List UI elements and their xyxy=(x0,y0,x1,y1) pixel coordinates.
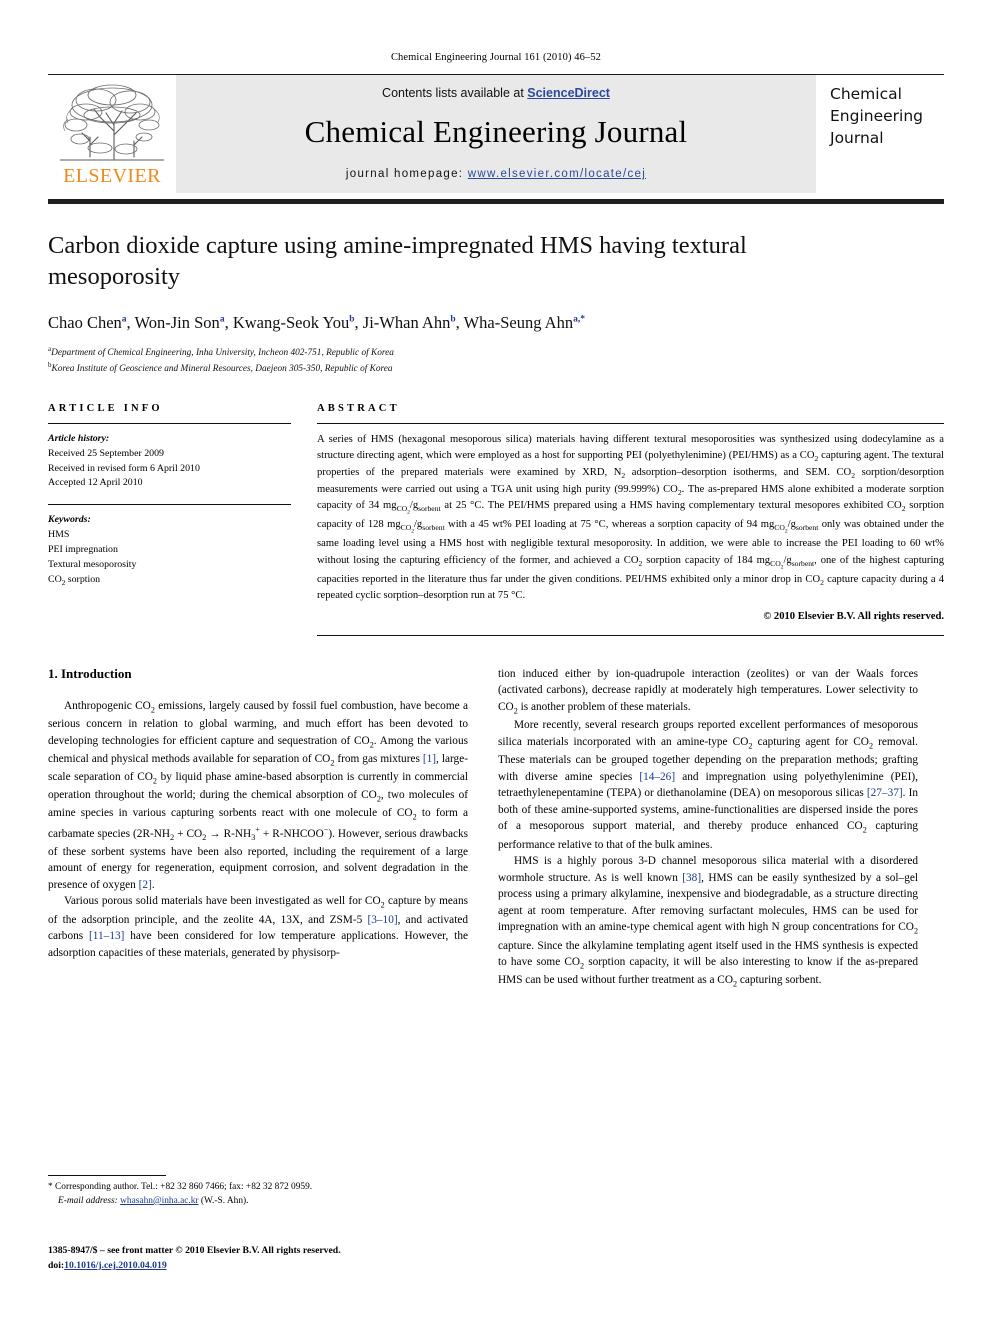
citation-ref[interactable]: [14–26] xyxy=(639,771,675,783)
journal-title: Chemical Engineering Journal xyxy=(304,114,688,149)
author-item: Chao Chena, xyxy=(48,313,135,332)
homepage-prefix: journal homepage: xyxy=(345,168,468,180)
imprint-block: 1385-8947/$ – see front matter © 2010 El… xyxy=(48,1243,508,1273)
affiliation-item: aDepartment of Chemical Engineering, Inh… xyxy=(48,344,944,361)
keywords-label: Keywords: xyxy=(48,514,91,526)
citation-ref[interactable]: [38] xyxy=(682,872,701,884)
author-sep: , xyxy=(126,313,135,333)
history-item: Received 25 September 2009 xyxy=(48,447,164,459)
masthead-bottom-rule xyxy=(48,199,944,204)
author-item: Won-Jin Sona, xyxy=(135,313,233,332)
author-name: Wha-Seung Ahn xyxy=(463,313,574,333)
author-sep: , xyxy=(224,313,233,333)
author-name: Kwang-Seok You xyxy=(232,313,350,333)
email-suffix: (W.-S. Ahn). xyxy=(198,1195,249,1206)
paragraph: Various porous solid materials have been… xyxy=(48,895,468,959)
keywords-group: Keywords: HMS PEI impregnation Textural … xyxy=(48,513,291,588)
history-item: Received in revised form 6 April 2010 xyxy=(48,462,200,474)
journal-cover-title: Chemical Engineering Journal xyxy=(816,75,944,193)
article-history-label: Article history: xyxy=(48,432,110,444)
info-abstract-region: ARTICLE INFO Article history: Received 2… xyxy=(48,403,944,636)
history-item: Accepted 12 April 2010 xyxy=(48,477,143,489)
section-heading-introduction: 1. Introduction xyxy=(48,665,132,681)
elsevier-wordmark: ELSEVIER xyxy=(63,165,161,187)
abstract-copyright: © 2010 Elsevier B.V. All rights reserved… xyxy=(763,610,944,622)
citation-ref[interactable]: [3–10] xyxy=(368,914,398,926)
email-label: E-mail address: xyxy=(58,1195,118,1206)
article-info-column: ARTICLE INFO Article history: Received 2… xyxy=(48,403,291,636)
journal-article-page: Chemical Engineering Journal 161 (2010) … xyxy=(0,0,992,1323)
journal-masthead: ELSEVIER Contents lists available at Sci… xyxy=(48,74,944,193)
keyword-item: Textural mesoporosity xyxy=(48,558,137,570)
paragraph: HMS is a highly porous 3-D channel mesop… xyxy=(498,855,918,989)
doi-link[interactable]: 10.1016/j.cej.2010.04.019 xyxy=(64,1260,167,1271)
contents-prefix: Contents lists available at xyxy=(382,86,528,100)
body-left-column: 1. Introduction Anthropogenic CO2 emissi… xyxy=(48,666,468,991)
keyword-item: CO2 sorption xyxy=(48,573,101,587)
paragraph: More recently, several research groups r… xyxy=(498,719,918,851)
affiliation-text: Korea Institute of Geoscience and Minera… xyxy=(51,364,393,375)
abstract-rule xyxy=(317,422,944,424)
footnote-rule xyxy=(48,1175,166,1176)
elsevier-tree-icon xyxy=(60,84,164,161)
elsevier-logo: ELSEVIER xyxy=(48,75,176,193)
author-item: Ji-Whan Ahnb, xyxy=(363,313,464,332)
cover-title-line-2: Engineering xyxy=(830,107,923,125)
issn-copyright-line: 1385-8947/$ – see front matter © 2010 El… xyxy=(48,1245,341,1256)
affiliation-item: bKorea Institute of Geoscience and Miner… xyxy=(48,360,944,377)
cover-title-line-3: Journal xyxy=(830,129,884,147)
title-block: Carbon dioxide capture using amine-impre… xyxy=(48,230,944,377)
citation-ref[interactable]: [2] xyxy=(139,879,152,891)
abstract-text: A series of HMS (hexagonal mesoporous si… xyxy=(317,432,944,625)
sciencedirect-link[interactable]: ScienceDirect xyxy=(527,86,610,100)
cover-title-line-1: Chemical xyxy=(830,85,902,103)
keywords-rule xyxy=(48,504,291,506)
body-right-column: tion induced either by ion-quadrupole in… xyxy=(498,666,918,991)
doi-prefix: doi: xyxy=(48,1260,65,1272)
page-title: Carbon dioxide capture using amine-impre… xyxy=(48,232,747,291)
citation-ref[interactable]: [27–37] xyxy=(867,787,903,799)
paragraph: Anthropogenic CO2 emissions, largely cau… xyxy=(48,699,469,891)
doi-line: doi:10.1016/j.cej.2010.04.019 xyxy=(48,1258,508,1273)
author-item: Wha-Seung Ahna,* xyxy=(464,313,585,332)
author-name: Ji-Whan Ahn xyxy=(362,313,451,333)
author-item: Kwang-Seok Youb, xyxy=(233,313,363,332)
author-name: Chao Chen xyxy=(48,313,122,333)
affiliation-list: aDepartment of Chemical Engineering, Inh… xyxy=(48,344,944,377)
contents-available-line: Contents lists available at ScienceDirec… xyxy=(382,86,610,100)
citation-ref[interactable]: [11–13] xyxy=(89,930,124,942)
journal-homepage-line: journal homepage: www.elsevier.com/locat… xyxy=(346,168,646,180)
email-link[interactable]: whasahn@inha.ac.kr xyxy=(120,1196,198,1206)
abstract-bottom-rule xyxy=(317,634,944,636)
article-history-group: Article history: Received 25 September 2… xyxy=(48,432,291,491)
author-sep: , xyxy=(354,313,363,333)
affiliation-text: Department of Chemical Engineering, Inha… xyxy=(51,347,394,358)
abstract-heading: ABSTRACT xyxy=(317,402,400,414)
journal-homepage-link[interactable]: www.elsevier.com/locate/cej xyxy=(468,168,646,180)
footnote-corresponding: Corresponding author. Tel.: +82 32 860 7… xyxy=(52,1182,313,1192)
citation-ref[interactable]: [1] xyxy=(423,753,436,765)
footnote-text: * Corresponding author. Tel.: +82 32 860… xyxy=(48,1181,468,1209)
body-two-columns: 1. Introduction Anthropogenic CO2 emissi… xyxy=(48,666,944,991)
abstract-column: ABSTRACT A series of HMS (hexagonal meso… xyxy=(317,403,944,636)
article-info-heading: ARTICLE INFO xyxy=(48,402,163,414)
keyword-item: HMS xyxy=(48,529,70,541)
paragraph: tion induced either by ion-quadrupole in… xyxy=(498,667,918,716)
author-name: Won-Jin Son xyxy=(134,313,220,333)
author-list: Chao Chena, Won-Jin Sona, Kwang-Seok You… xyxy=(48,312,944,333)
article-info-rule xyxy=(48,422,291,424)
author-affil-mark: a,* xyxy=(573,314,585,325)
keyword-item: PEI impregnation xyxy=(48,543,118,555)
masthead-center-panel: Contents lists available at ScienceDirec… xyxy=(176,75,816,193)
running-head: Chemical Engineering Journal 161 (2010) … xyxy=(390,52,602,63)
author-sep: , xyxy=(455,313,464,333)
corresponding-author-footnote: * Corresponding author. Tel.: +82 32 860… xyxy=(48,1175,468,1209)
